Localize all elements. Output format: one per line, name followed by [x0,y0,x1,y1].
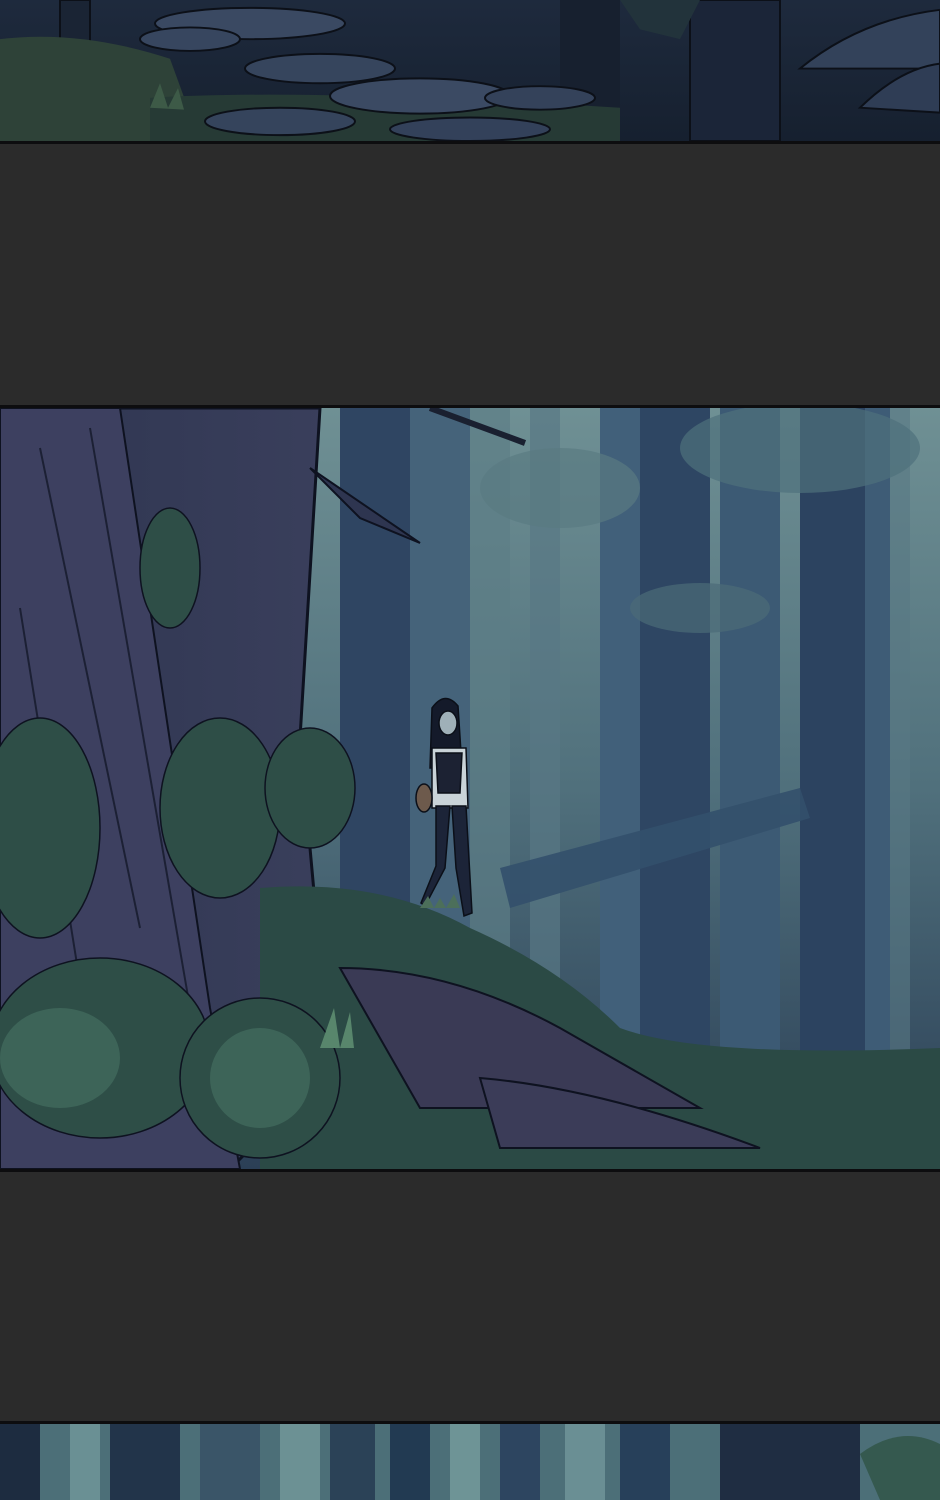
comic-panel-3 [0,1421,940,1500]
comic-panel-2 [0,405,940,1172]
comic-panel-1 [0,0,940,144]
panel-gutter [0,147,940,405]
forest-trunks-illustration [0,1424,940,1500]
misty-forest-illustration [0,408,940,1169]
panel-gutter [0,1172,940,1421]
forest-floor-illustration [0,0,940,141]
